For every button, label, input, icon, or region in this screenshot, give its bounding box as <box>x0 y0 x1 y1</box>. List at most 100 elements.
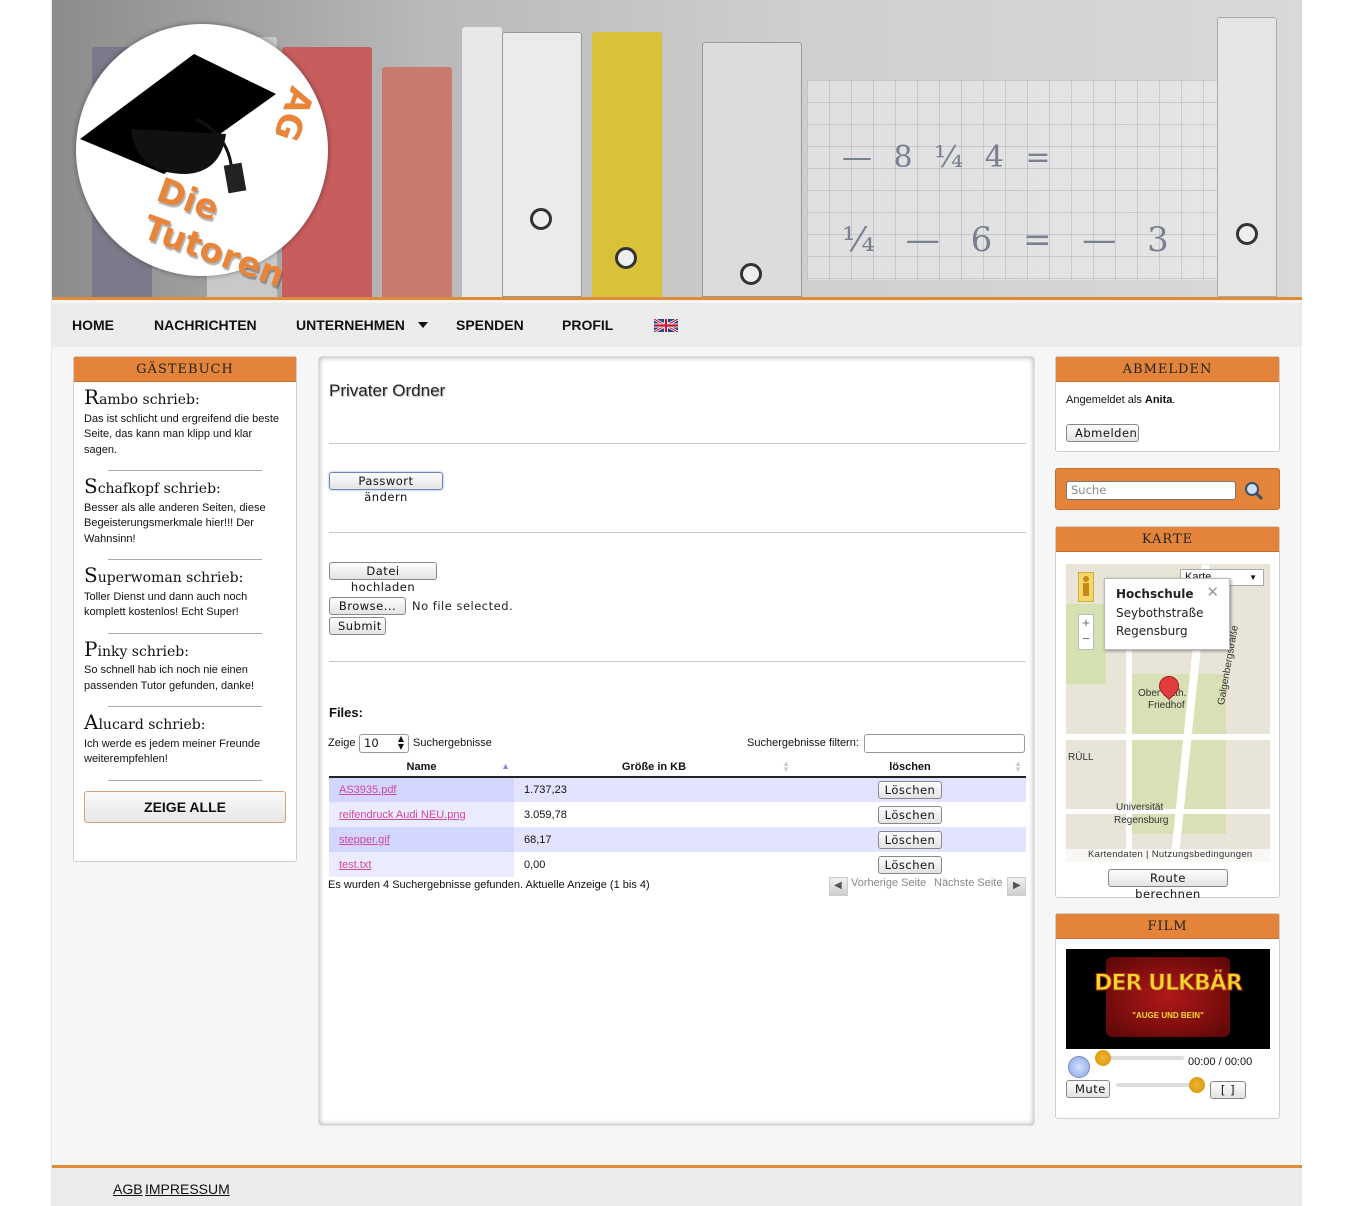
column-header-size[interactable]: Größe in KB ▲ ▼ <box>514 757 794 778</box>
logout-title: ABMELDEN <box>1056 357 1279 382</box>
nav-profil[interactable]: PROFIL <box>562 317 613 333</box>
agb-link[interactable]: AGB <box>113 1181 143 1197</box>
video-subtitle: "AUGE UND BEIN" <box>1132 1011 1204 1020</box>
info-line: Seybothstraße <box>1116 605 1204 620</box>
close-icon[interactable]: ✕ <box>1206 583 1219 602</box>
nav-nachrichten[interactable]: NACHRICHTEN <box>154 317 257 333</box>
volume-knob[interactable] <box>1189 1077 1205 1093</box>
divider <box>329 532 1026 533</box>
spinner-icon: ▲ ▼ <box>397 734 404 751</box>
search-icon[interactable] <box>1244 481 1264 501</box>
nav-spenden[interactable]: SPENDEN <box>456 317 524 333</box>
column-header-delete[interactable]: löschen ▲ ▼ <box>794 757 1026 778</box>
browse-button[interactable]: Browse... <box>329 597 406 615</box>
sort-icon: ▲ ▼ <box>1014 759 1022 774</box>
change-password-button[interactable]: Passwort ändern <box>329 472 443 504</box>
submit-button[interactable]: Submit <box>329 617 386 635</box>
file-link[interactable]: reifendruck Audi NEU.png <box>339 809 466 821</box>
table-row: AS3935.pdf 1.737,23 Löschen <box>329 777 1026 802</box>
map-terms-link[interactable]: Nutzungsbedingungen <box>1152 849 1253 860</box>
guestbook-entry: Alucard schrieb: Ich werde es jedem mein… <box>84 707 286 780</box>
delete-button[interactable]: Löschen <box>878 805 942 824</box>
guestbook-author: Rambo schrieb: <box>84 385 200 409</box>
map-box: KARTE Ober Kath. Friedhof Galgenbergstra… <box>1055 526 1280 901</box>
uk-flag-icon[interactable] <box>654 319 678 332</box>
guestbook-text: Besser als alle anderen Seiten, diese Be… <box>84 501 266 545</box>
guestbook-entry: Schafkopf schrieb: Besser als alle ander… <box>84 471 286 559</box>
username: Anita <box>1144 394 1173 406</box>
mute-button[interactable]: Mute <box>1066 1080 1110 1098</box>
guestbook-entry: Pinky schrieb: So schnell hab ich noch n… <box>84 634 286 707</box>
file-size: 1.737,23 <box>514 777 794 802</box>
map-label: Friedhof <box>1148 700 1185 711</box>
guestbook-entry: Rambo schrieb: Das ist schlicht und ergr… <box>84 382 286 470</box>
table-info: Es wurden 4 Suchergebnisse gefunden. Akt… <box>328 879 650 891</box>
pegman-icon[interactable] <box>1078 572 1094 602</box>
guestbook-author: Superwoman schrieb: <box>84 563 244 587</box>
map-view[interactable]: Ober Kath. Friedhof Galgenbergstraße RÜL… <box>1066 564 1270 862</box>
prev-page-link[interactable]: Vorherige Seite <box>851 877 926 889</box>
guestbook-entry: Superwoman schrieb: Toller Dienst und da… <box>84 560 286 633</box>
file-link[interactable]: test.txt <box>339 859 371 871</box>
logout-box: ABMELDEN Angemeldet als Anita. Abmelden <box>1055 356 1280 452</box>
page: — 8 ¼ 4 = ¼ — 6 = — 3 Die Tutoren AG HOM… <box>51 0 1302 1206</box>
file-size: 68,17 <box>514 827 794 852</box>
upload-file-button[interactable]: Datei hochladen <box>329 562 437 594</box>
map-data-link[interactable]: Kartendaten <box>1088 849 1143 860</box>
chevron-down-icon: ▼ <box>1249 573 1257 582</box>
table-row: reifendruck Audi NEU.png 3.059,78 Lösche… <box>329 802 1026 827</box>
delete-button[interactable]: Löschen <box>878 781 942 799</box>
file-status: No file selected. <box>412 599 514 613</box>
zoom-control[interactable]: + − <box>1078 614 1094 650</box>
divider <box>108 779 262 781</box>
page-size-select[interactable]: 10 ▲ ▼ <box>359 734 409 753</box>
header-banner: — 8 ¼ 4 = ¼ — 6 = — 3 Die Tutoren AG <box>52 0 1302 300</box>
file-size: 0,00 <box>524 858 546 871</box>
files-title: Files: <box>329 705 363 720</box>
fullscreen-button[interactable]: [ ] <box>1210 1081 1246 1099</box>
file-link[interactable]: stepper.gif <box>339 834 390 846</box>
progress-knob[interactable] <box>1095 1050 1111 1066</box>
table-row: test.txt 0,00 Löschen <box>329 852 1026 877</box>
route-button[interactable]: Route berechnen <box>1108 869 1228 901</box>
main-content: Privater Ordner Passwort ändern Datei ho… <box>318 356 1035 1126</box>
impressum-link[interactable]: IMPRESSUM <box>145 1181 230 1197</box>
sort-icon: ▲ ▼ <box>782 759 790 774</box>
divider <box>329 661 1026 662</box>
chevron-down-icon[interactable] <box>418 322 428 328</box>
nav-home[interactable]: HOME <box>72 317 114 333</box>
results-label: Suchergebnisse <box>413 737 492 749</box>
guestbook-title: GÄSTEBUCH <box>74 357 296 382</box>
search-box: Suche <box>1055 468 1280 510</box>
filter-input[interactable] <box>864 734 1025 753</box>
search-input[interactable]: Suche <box>1066 481 1236 500</box>
prev-page-icon[interactable]: ◀ <box>829 877 848 896</box>
video-player[interactable]: DER ULKBÄR "AUGE UND BEIN" <box>1066 949 1270 1049</box>
show-label: Zeige <box>328 737 356 749</box>
guestbook-author: Pinky schrieb: <box>84 636 189 661</box>
delete-button[interactable]: Löschen <box>878 830 942 849</box>
logo[interactable]: Die Tutoren AG <box>76 24 328 296</box>
guestbook-text: Ich werde es jedem meiner Freunde weiter… <box>84 737 261 766</box>
footer: AGB IMPRESSUM <box>52 1165 1302 1206</box>
page-title: Privater Ordner <box>329 381 446 400</box>
filter-label: Suchergebnisse filtern: <box>747 737 859 749</box>
show-all-button[interactable]: ZEIGE ALLE <box>84 790 286 823</box>
file-link[interactable]: AS3935.pdf <box>339 784 397 796</box>
map-label: RÜLL <box>1068 752 1094 763</box>
column-header-name[interactable]: Name ▲ <box>329 757 514 778</box>
files-table: Name ▲ Größe in KB ▲ ▼ löschen ▲ ▼ AS3935.pdf… <box>329 757 1026 877</box>
map-info-window: Hochschule Seybothstraße Regensburg ✕ <box>1104 578 1230 650</box>
logout-button[interactable]: Abmelden <box>1066 424 1139 442</box>
play-icon[interactable] <box>1068 1056 1090 1078</box>
guestbook-text: So schnell hab ich noch nie einen passen… <box>84 664 255 692</box>
map-label: Regensburg <box>1114 815 1169 826</box>
info-line: Regensburg <box>1116 624 1188 638</box>
divider <box>329 443 1026 444</box>
delete-button[interactable]: Löschen <box>878 855 942 874</box>
next-page-link[interactable]: Nächste Seite <box>934 877 1002 889</box>
film-title: FILM <box>1056 914 1279 939</box>
volume-slider[interactable] <box>1116 1083 1200 1087</box>
nav-unternehmen[interactable]: UNTERNEHMEN <box>296 317 405 333</box>
next-page-icon[interactable]: ▶ <box>1007 877 1026 896</box>
